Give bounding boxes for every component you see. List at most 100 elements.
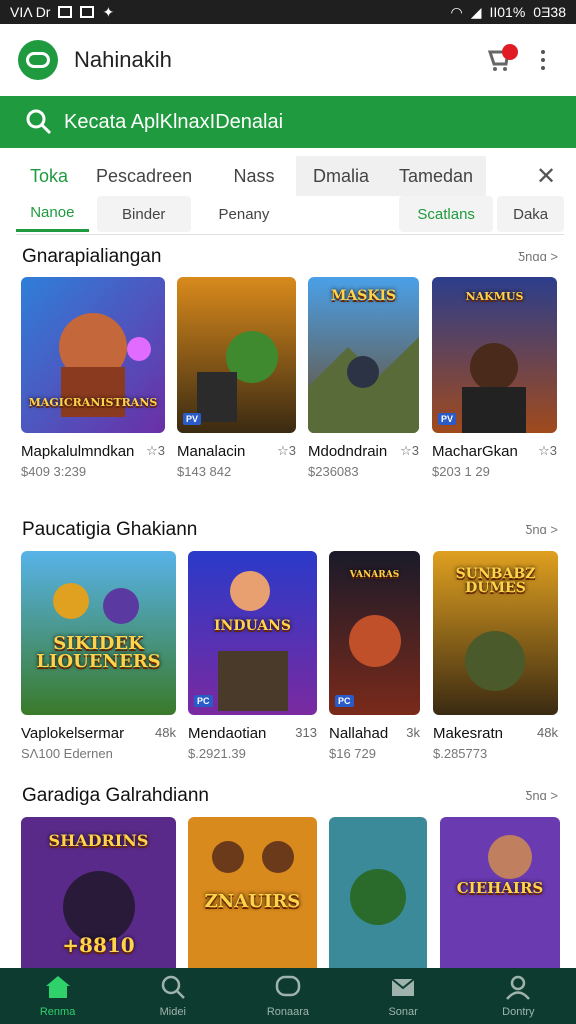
game-card[interactable]: CIEHAIRS: [440, 817, 560, 968]
close-icon[interactable]: ✕: [528, 156, 564, 196]
game-card[interactable]: PV Manalacin ☆3 $143 842: [177, 277, 296, 479]
nav-home[interactable]: Renma: [3, 974, 113, 1018]
game-art-title: NAKMUS: [465, 290, 524, 303]
game-card[interactable]: SUNBABZ DUMES Makesratn 48k $.285773: [433, 551, 558, 761]
game-art: MASKIS: [308, 277, 419, 433]
game-price: SΛ100 Edernen: [21, 746, 113, 761]
status-left-text: VΙΛ Dr: [10, 4, 51, 20]
game-card[interactable]: [329, 817, 427, 968]
tab-pescadreen[interactable]: Pescadreen: [82, 156, 212, 196]
game-name: Manalacin: [177, 443, 246, 460]
game-price: $.2921.39: [188, 746, 246, 761]
section-title: Gnarapialiangan: [22, 246, 162, 267]
location-icon: ✦: [102, 3, 115, 20]
cart-button[interactable]: [480, 40, 520, 80]
status-bar: VΙΛ Dr ✦ ◠ ◢ ΙΙ01% 0Ǝ38: [0, 0, 576, 24]
game-art: INDUANS PC: [188, 551, 317, 715]
game-rating: 48k: [155, 725, 176, 740]
status-left: VΙΛ Dr ✦: [10, 4, 114, 21]
game-art-title: ZNAUIRS: [204, 891, 301, 912]
section-more-link[interactable]: Ƽnɑɑ >: [518, 249, 558, 264]
tab-dmalia[interactable]: Dmalia: [296, 156, 387, 196]
game-rating: ☆3: [538, 443, 557, 458]
game-card[interactable]: SIKIDEK LIOUENERS Vaplokelsermar 48k SΛ10…: [21, 551, 176, 761]
game-art-title: INDUANS: [213, 618, 292, 634]
bottom-nav: Renma Midei Ronaara Sonar Dontry: [0, 968, 576, 1024]
game-rating: 313: [295, 725, 317, 740]
game-art: SHADRINS +8810: [21, 817, 176, 968]
more-options-button[interactable]: [528, 40, 558, 80]
search-input[interactable]: [64, 110, 550, 134]
search-icon[interactable]: [26, 109, 52, 135]
game-name: Mdodndrain: [308, 443, 388, 460]
gallery-icon: [80, 6, 95, 18]
game-card[interactable]: MASKIS Mdodndrain ☆3 $236083: [308, 277, 419, 479]
chat-icon: [275, 975, 301, 997]
status-right: ◠ ◢ ΙΙ01% 0Ǝ38: [450, 4, 566, 21]
platform-badge: PC: [335, 695, 354, 707]
nav-label: Ronaara: [266, 1006, 310, 1018]
game-art: SIKIDEK LIOUENERS: [21, 551, 176, 715]
game-art: PV: [177, 277, 296, 433]
subtab-daka[interactable]: Daka: [497, 196, 565, 232]
nav-label: Dontry: [502, 1006, 535, 1018]
game-card[interactable]: INDUANS PC Mendaotian 313 $.2921.39: [188, 551, 317, 761]
wifi-icon: ◠: [450, 3, 463, 20]
game-name: Nallahad: [329, 725, 389, 742]
game-art-title: MAGICRANISTRANS: [28, 396, 158, 409]
game-price: $409 3:239: [21, 464, 87, 479]
game-card[interactable]: VANARAS PC Nallahad 3k $16 729: [329, 551, 420, 761]
game-art: NAKMUS PV: [432, 277, 557, 433]
nav-inbox[interactable]: Sonar: [348, 974, 458, 1018]
nav-label: Sonar: [388, 1006, 418, 1018]
notification-icon: [58, 6, 73, 18]
game-art: CIEHAIRS: [440, 817, 560, 968]
nav-label: Renma: [39, 1006, 76, 1018]
profile-icon: [506, 975, 531, 1000]
game-card[interactable]: NAKMUS PV MacharGkan ☆3 $203 1 29: [432, 277, 557, 479]
game-art-title: CIEHAIRS: [456, 879, 544, 897]
game-name: MacharGkan: [432, 443, 518, 460]
game-rating: ☆3: [400, 443, 419, 458]
game-price: $.285773: [433, 746, 488, 761]
section-title: Garadiga Galrahdiann: [22, 785, 209, 806]
section-more-link[interactable]: Ƽnɑ >: [525, 788, 558, 803]
battery-text: ΙΙ01%: [489, 4, 526, 20]
game-card[interactable]: MAGICRANISTRANS Mapkalulmndkan ☆3 $409 3:…: [21, 277, 165, 479]
nav-chat[interactable]: Ronaara: [233, 974, 343, 1018]
game-rating: 3k: [406, 725, 420, 740]
section-more-link[interactable]: Ƽnɑ >: [525, 522, 558, 537]
game-name: Vaplokelsermar: [21, 725, 125, 742]
sub-tabs: Nanoe Binder Penany Scatlans Daka: [16, 194, 565, 234]
game-card[interactable]: SHADRINS +8810: [21, 817, 176, 968]
nav-label: Midei: [159, 1006, 186, 1018]
game-price: $236083: [308, 464, 359, 479]
divider: [16, 234, 564, 235]
app-title: Nahinakih: [74, 47, 172, 72]
app-logo-icon: [18, 40, 58, 80]
tab-toka[interactable]: Toka: [16, 156, 82, 196]
tab-tamedan[interactable]: Tamedan: [386, 156, 487, 196]
nav-search[interactable]: Midei: [118, 974, 228, 1018]
clock: 0Ǝ38: [533, 4, 566, 20]
game-price: $203 1 29: [432, 464, 490, 479]
game-art-price: +8810: [62, 933, 135, 957]
subtab-scatlans[interactable]: Scatlans: [399, 196, 494, 232]
game-name: Mendaotian: [188, 725, 267, 742]
home-icon: [45, 976, 70, 998]
game-art-title: VANARAS: [349, 570, 400, 580]
tab-nass[interactable]: Nass: [212, 156, 296, 196]
platform-badge: PV: [183, 413, 202, 425]
category-tabs: Toka Pescadreen Nass Dmalia Tamedan ✕: [16, 156, 564, 196]
game-price: $143 842: [177, 464, 232, 479]
platform-badge: PV: [438, 413, 457, 425]
subtab-nanoe[interactable]: Nanoe: [16, 196, 89, 232]
subtab-binder[interactable]: Binder: [96, 196, 191, 232]
game-card[interactable]: ZNAUIRS: [188, 817, 317, 968]
nav-profile[interactable]: Dontry: [463, 974, 573, 1018]
game-art: VANARAS PC: [329, 551, 420, 715]
game-art-title: SIKIDEK LIOUENERS: [36, 633, 161, 672]
inbox-icon: [391, 978, 415, 996]
subtab-penany[interactable]: Penany: [197, 196, 291, 232]
search-bar: [0, 96, 576, 148]
